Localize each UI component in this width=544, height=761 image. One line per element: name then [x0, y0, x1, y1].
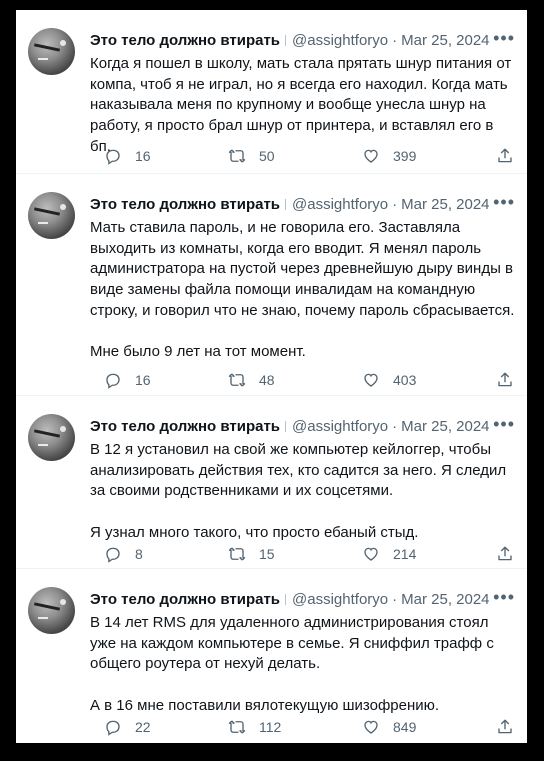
verified-separator [285, 593, 287, 605]
reply-icon [106, 547, 120, 563]
handle[interactable]: @assightforyo [292, 418, 388, 435]
retweet-count: 112 [259, 719, 282, 735]
reply-icon [106, 149, 120, 165]
more-icon[interactable]: ••• [493, 192, 515, 213]
timestamp[interactable]: Mar 25, 2024 [401, 418, 489, 435]
tweet[interactable]: Это тело должно втирать @assightforyo · … [16, 10, 527, 174]
timestamp[interactable]: Mar 25, 2024 [401, 32, 489, 49]
retweet-button[interactable]: 48 [228, 371, 275, 389]
dot-separator: · [392, 590, 398, 608]
tweet[interactable]: Это тело должно втирать @assightforyo · … [16, 396, 527, 569]
dot-separator: · [392, 31, 398, 49]
heart-icon [364, 720, 378, 734]
dot-separator: · [392, 195, 398, 213]
share-button[interactable] [496, 718, 514, 736]
like-button[interactable]: 403 [362, 371, 416, 389]
share-button[interactable] [496, 371, 514, 389]
reply-icon [106, 720, 120, 736]
tweet-thread: Это тело должно втирать @assightforyo · … [16, 10, 527, 743]
like-button[interactable]: 214 [362, 545, 416, 563]
dot-separator: · [392, 417, 398, 435]
retweet-button[interactable]: 15 [228, 545, 275, 563]
display-name[interactable]: Это тело должно втирать [90, 591, 280, 608]
retweet-icon [228, 720, 246, 734]
tweet-text: Мать ставила пароль, и не говорила его. … [90, 219, 515, 361]
reply-button[interactable]: 16 [104, 147, 151, 165]
verified-separator [285, 420, 287, 432]
timestamp[interactable]: Mar 25, 2024 [401, 196, 489, 213]
avatar[interactable] [28, 192, 75, 239]
handle[interactable]: @assightforyo [292, 32, 388, 49]
reply-icon [106, 373, 120, 389]
reply-button[interactable]: 8 [104, 545, 143, 563]
handle[interactable]: @assightforyo [292, 591, 388, 608]
like-count: 403 [393, 372, 417, 388]
tweet-header: Это тело должно втирать @assightforyo · … [90, 28, 515, 50]
handle[interactable]: @assightforyo [292, 196, 388, 213]
like-count: 399 [393, 148, 417, 164]
tweet-text: В 12 я установил на свой же компьютер ке… [90, 441, 507, 541]
action-bar: 22 112 849 [90, 718, 515, 738]
like-count: 849 [393, 719, 417, 735]
tweet-header: Это тело должно втирать @assightforyo · … [90, 587, 515, 609]
share-icon [498, 372, 512, 387]
tweet[interactable]: Это тело должно втирать @assightforyo · … [16, 174, 527, 396]
like-count: 214 [393, 546, 417, 562]
like-button[interactable]: 849 [362, 718, 416, 736]
avatar[interactable] [28, 28, 75, 75]
action-bar: 16 50 399 [90, 147, 515, 167]
tweet-text: Когда я пошел в школу, мать стала прятат… [90, 55, 516, 155]
retweet-count: 48 [259, 372, 275, 388]
display-name[interactable]: Это тело должно втирать [90, 418, 280, 435]
share-icon [498, 719, 512, 734]
share-icon [498, 148, 512, 163]
heart-icon [364, 547, 378, 561]
verified-separator [285, 198, 287, 210]
retweet-count: 15 [259, 546, 275, 562]
more-icon[interactable]: ••• [493, 587, 515, 608]
reply-count: 22 [135, 719, 151, 735]
action-bar: 8 15 214 [90, 545, 515, 565]
more-icon[interactable]: ••• [493, 28, 515, 49]
retweet-button[interactable]: 50 [228, 147, 275, 165]
reply-count: 16 [135, 148, 151, 164]
tweet[interactable]: Это тело должно втирать @assightforyo · … [16, 569, 527, 743]
share-button[interactable] [496, 545, 514, 563]
reply-count: 16 [135, 372, 151, 388]
heart-icon [364, 373, 378, 387]
more-icon[interactable]: ••• [493, 414, 515, 435]
display-name[interactable]: Это тело должно втирать [90, 196, 280, 213]
verified-separator [285, 34, 287, 46]
retweet-icon [228, 547, 246, 561]
avatar[interactable] [28, 414, 75, 461]
reply-count: 8 [135, 546, 143, 562]
share-icon [498, 546, 512, 561]
reply-button[interactable]: 16 [104, 371, 151, 389]
retweet-icon [228, 149, 246, 163]
retweet-button[interactable]: 112 [228, 718, 281, 736]
tweet-header: Это тело должно втирать @assightforyo · … [90, 414, 515, 436]
action-bar: 16 48 403 [90, 371, 515, 391]
retweet-icon [228, 373, 246, 387]
tweet-text: В 14 лет RMS для удаленного администриро… [90, 614, 494, 714]
retweet-count: 50 [259, 148, 275, 164]
tweet-header: Это тело должно втирать @assightforyo · … [90, 192, 515, 214]
timestamp[interactable]: Mar 25, 2024 [401, 591, 489, 608]
reply-button[interactable]: 22 [104, 718, 151, 736]
share-button[interactable] [496, 147, 514, 165]
like-button[interactable]: 399 [362, 147, 416, 165]
heart-icon [364, 149, 378, 163]
avatar[interactable] [28, 587, 75, 634]
display-name[interactable]: Это тело должно втирать [90, 32, 280, 49]
